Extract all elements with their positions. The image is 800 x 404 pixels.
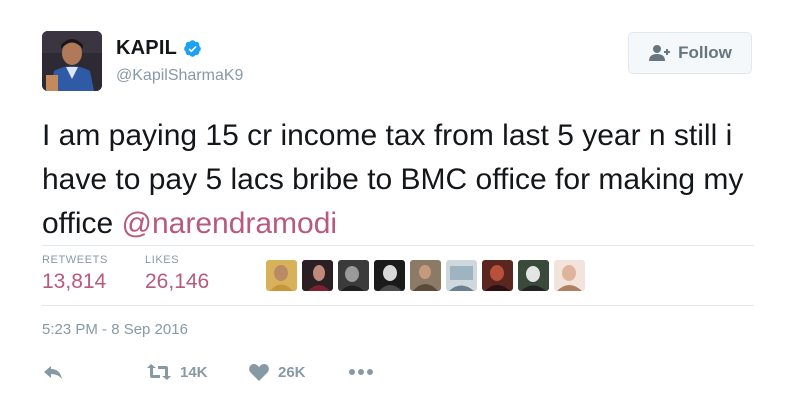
follow-button-label: Follow	[678, 43, 732, 62]
likes-count: 26,146	[145, 270, 210, 293]
liker-avatar[interactable]	[446, 260, 477, 291]
liker-avatar[interactable]	[410, 260, 441, 291]
retweets-count: 13,814	[42, 270, 107, 293]
retweets-stat[interactable]: RETWEETS 13,814	[42, 254, 108, 294]
reply-button[interactable]	[42, 362, 64, 382]
retweet-count: 14K	[180, 363, 208, 381]
reply-icon	[44, 366, 62, 379]
liker-avatars	[266, 260, 585, 291]
likes-stat[interactable]: LIKES 26,146	[145, 254, 209, 294]
display-name[interactable]: KAPIL	[116, 37, 177, 60]
heart-icon	[249, 363, 269, 381]
likes-label: LIKES	[145, 254, 180, 266]
liker-avatar[interactable]	[266, 260, 297, 291]
stats-divider-top	[42, 245, 754, 246]
mention-link[interactable]: @narendramodi	[122, 207, 338, 240]
liker-avatar[interactable]	[518, 260, 549, 291]
liker-avatar[interactable]	[374, 260, 405, 291]
user-handle[interactable]: @KapilSharmaK9	[116, 67, 243, 85]
more-icon	[349, 369, 373, 375]
retweets-label: RETWEETS	[42, 254, 108, 266]
name-row: KAPIL	[116, 37, 202, 60]
liker-avatar[interactable]	[302, 260, 333, 291]
tweet-card: KAPIL @KapilSharmaK9 Follow I am paying …	[0, 0, 800, 404]
retweet-button[interactable]: 14K	[146, 362, 208, 382]
liker-avatar[interactable]	[338, 260, 369, 291]
person-plus-icon	[649, 45, 671, 61]
tweet-text: I am paying 15 cr income tax from last 5…	[42, 114, 772, 246]
stats-divider-bottom	[42, 305, 754, 306]
retweet-icon	[147, 364, 171, 380]
like-count: 26K	[278, 363, 306, 381]
verified-badge-icon	[184, 40, 201, 57]
like-button[interactable]: 26K	[248, 362, 306, 382]
avatar-image	[42, 31, 102, 91]
tweet-timestamp[interactable]: 5:23 PM - 8 Sep 2016	[42, 321, 188, 338]
liker-avatar[interactable]	[554, 260, 585, 291]
more-button[interactable]	[348, 362, 374, 382]
liker-avatar[interactable]	[482, 260, 513, 291]
follow-button[interactable]: Follow	[628, 32, 752, 74]
avatar[interactable]	[42, 31, 102, 91]
